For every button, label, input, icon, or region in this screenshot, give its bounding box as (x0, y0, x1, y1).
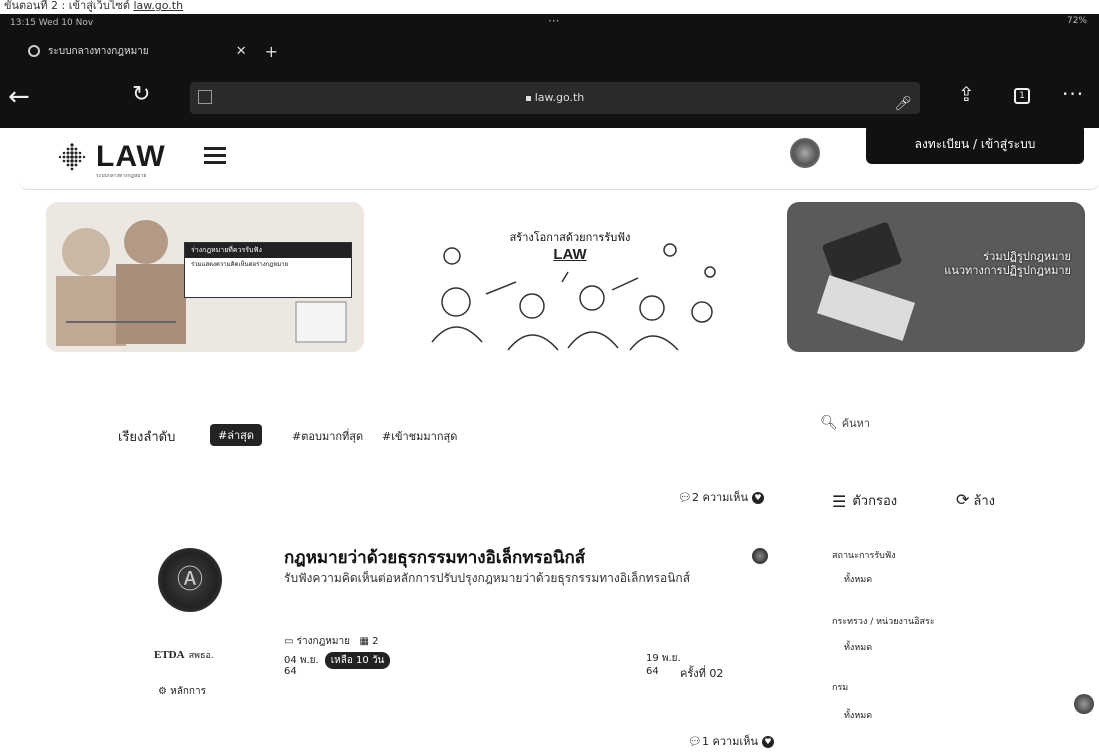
sort-most-replies-chip[interactable]: #ตอบมากที่สุด (292, 427, 363, 445)
url-text: law.go.th (534, 91, 585, 104)
banner-3-paper-illustration (817, 275, 915, 341)
banner-3[interactable]: ร่วมปฏิรูปกฎหมาย แนวทางการปฏิรูปกฎหมาย (787, 202, 1085, 352)
filter-header: ☰ ตัวกรอง ⟳ ล้าง (832, 490, 1052, 511)
banner-3-line-1: ร่วมปฏิรูปกฎหมาย (983, 250, 1071, 263)
end-date-text: 19 พ.ย. (646, 653, 681, 664)
item-end-date: 19 พ.ย. 64 (646, 652, 681, 678)
filter-status-label: สถานะการรับฟัง (832, 551, 896, 561)
search-icon: 🔍︎ (820, 415, 838, 431)
corner-seal-icon (1074, 694, 1094, 714)
banner-1[interactable]: ร่างกฎหมายที่ควรรับฟัง ร่วมแสดงความคิดเห… (46, 202, 364, 352)
law-logo-icon[interactable] (54, 142, 90, 176)
sort-latest-chip[interactable]: #ล่าสุด (210, 424, 262, 446)
file-count: 2 (372, 636, 379, 647)
filter-ministry-label: กระทรวง / หน่วยงานอิสระ (832, 617, 935, 627)
reader-icon[interactable] (198, 90, 212, 104)
banner-1-card: ร่างกฎหมายที่ควรรับฟัง ร่วมแสดงความคิดเห… (184, 242, 352, 298)
heart-icon[interactable]: ♥ (751, 492, 764, 504)
filter-department-label: กรม (832, 683, 849, 693)
clear-filter-label: ล้าง (973, 494, 996, 509)
login-register-button[interactable]: ลงทะเบียน / เข้าสู่ระบบ (866, 124, 1084, 164)
tab-title: ระบบกลางทางกฎหมาย (48, 45, 149, 57)
item-title[interactable]: กฎหมายว่าด้วยธุรกรรมทางอิเล็กทรอนิกส์ (284, 544, 585, 571)
filter-title[interactable]: ตัวกรอง (852, 494, 897, 509)
file-icon: ▦ (359, 636, 369, 647)
site-favicon-icon (28, 45, 40, 57)
comment-count[interactable]: 💬︎2 ความเห็น ♥ (678, 488, 764, 506)
item-description: รับฟังความคิดเห็นต่อหลักการปรับปรุงกฎหมา… (284, 571, 691, 585)
menu-icon[interactable] (204, 147, 226, 165)
item-meta: ▭ ร่างกฎหมาย ▦ 2 (284, 634, 379, 649)
status-time: 13:15 Wed 10 Nov (10, 18, 94, 28)
browser-tab[interactable]: ระบบกลางทางกฎหมาย ✕ + (28, 36, 278, 66)
battery-indicator: 72% (1066, 16, 1087, 26)
banner-1-card-title: ร่างกฎหมายที่ควรรับฟัง (185, 243, 351, 258)
tabs-icon[interactable]: 1 (1014, 88, 1030, 104)
back-icon[interactable]: ← (8, 82, 30, 112)
end-year-text: 64 (646, 666, 659, 677)
banner-1-card-text: ร่วมแสดงความคิดเห็นต่อร่างกฎหมาย (191, 261, 289, 268)
principle-link[interactable]: ⚙ หลักการ (158, 684, 206, 699)
filter-department-select[interactable]: ทั้งหมด (844, 708, 872, 722)
browser-nav-row: ← ↻ law.go.th 🎤︎ ⇪ 1 ··· (0, 76, 1099, 120)
banner-2-logo: LAW (553, 246, 587, 263)
share-icon[interactable]: ⇪ (958, 82, 975, 106)
banner-3-line-2: แนวทางการปฏิรูปกฎหมาย (944, 264, 1071, 277)
document-icon: ▭ (284, 636, 294, 647)
search-placeholder: ค้นหา (841, 417, 871, 430)
caption-prefix: ขั้นตอนที่ 2 : เข้าสู่เว็บไซต์ (4, 0, 130, 12)
banner-3-text: ร่วมปฏิรูปกฎหมาย แนวทางการปฏิรูปกฎหมาย (944, 250, 1071, 278)
start-date-text: 04 พ.ย. (284, 655, 319, 666)
next-comment-count-text: 1 ความเห็น (701, 735, 758, 748)
lock-icon (525, 95, 531, 101)
comment-icon: 💬︎ (678, 491, 692, 504)
item-start-date: 04 พ.ย. เหลือ 10 วัน (284, 652, 391, 669)
reload-icon[interactable]: ↻ (132, 82, 150, 107)
item-round: ครั้งที่ 02 (680, 667, 724, 680)
close-tab-icon[interactable]: ✕ (236, 44, 247, 59)
more-icon[interactable]: ··· (1062, 82, 1084, 106)
principle-text: หลักการ (170, 686, 206, 697)
caption-link: law.go.th (133, 0, 184, 12)
agency-abbr: ETDA (154, 649, 185, 661)
new-tab-icon[interactable]: + (265, 42, 278, 61)
banner-2[interactable]: สร้างโอกาสด้วยการรับฟัง LAW (412, 202, 728, 352)
document-caption: ขั้นตอนที่ 2 : เข้าสู่เว็บไซต์ law.go.th (0, 0, 1099, 14)
heart-icon[interactable]: ♥ (761, 736, 774, 748)
item-type: ร่างกฎหมาย (296, 636, 350, 647)
status-dots: ··· (548, 14, 560, 28)
item-badge-icon (752, 548, 768, 564)
government-seal-icon (790, 138, 820, 168)
agency-logo-icon: Ⓐ (158, 548, 222, 612)
banner-2-title: สร้างโอกาสด้วยการรับฟัง (509, 231, 631, 244)
next-comment-count[interactable]: 💬︎1 ความเห็น ♥ (688, 732, 774, 750)
sort-most-viewed-chip[interactable]: #เข้าชมมากสุด (382, 427, 457, 445)
address-bar[interactable]: law.go.th 🎤︎ (190, 82, 920, 114)
clear-filter-button[interactable]: ⟳ ล้าง (956, 490, 995, 511)
filter-icon[interactable]: ☰ (832, 492, 846, 511)
sort-label: เรียงลำดับ (118, 430, 176, 445)
comment-count-text: 2 ความเห็น (691, 491, 748, 504)
banner-2-illustration (431, 243, 716, 351)
browser-chrome: 13:15 Wed 10 Nov ··· 72% ระบบกลางทางกฎหม… (0, 14, 1099, 128)
agency-name: ETDA สพธอ. (154, 648, 214, 662)
refresh-icon: ⟳ (956, 490, 970, 509)
filter-status-select[interactable]: ทั้งหมด (844, 572, 872, 586)
filter-ministry-select[interactable]: ทั้งหมด (844, 640, 872, 654)
comment-icon: 💬︎ (688, 735, 702, 748)
search-input[interactable]: 🔍︎ ค้นหา (820, 414, 1020, 442)
agency-sub: สพธอ. (188, 651, 214, 661)
site-logo-subtitle: ระบบกลางทางกฎหมาย (96, 173, 147, 179)
principle-icon: ⚙ (158, 686, 167, 697)
mic-icon[interactable]: 🎤︎ (894, 88, 912, 120)
site-logo-text[interactable]: LAW (96, 140, 166, 174)
site-header: LAW ระบบกลางทางกฎหมาย ลงทะเบียน / เข้าสู… (18, 124, 1099, 190)
start-year: 64 (284, 666, 297, 677)
remaining-days-badge: เหลือ 10 วัน (324, 652, 391, 669)
